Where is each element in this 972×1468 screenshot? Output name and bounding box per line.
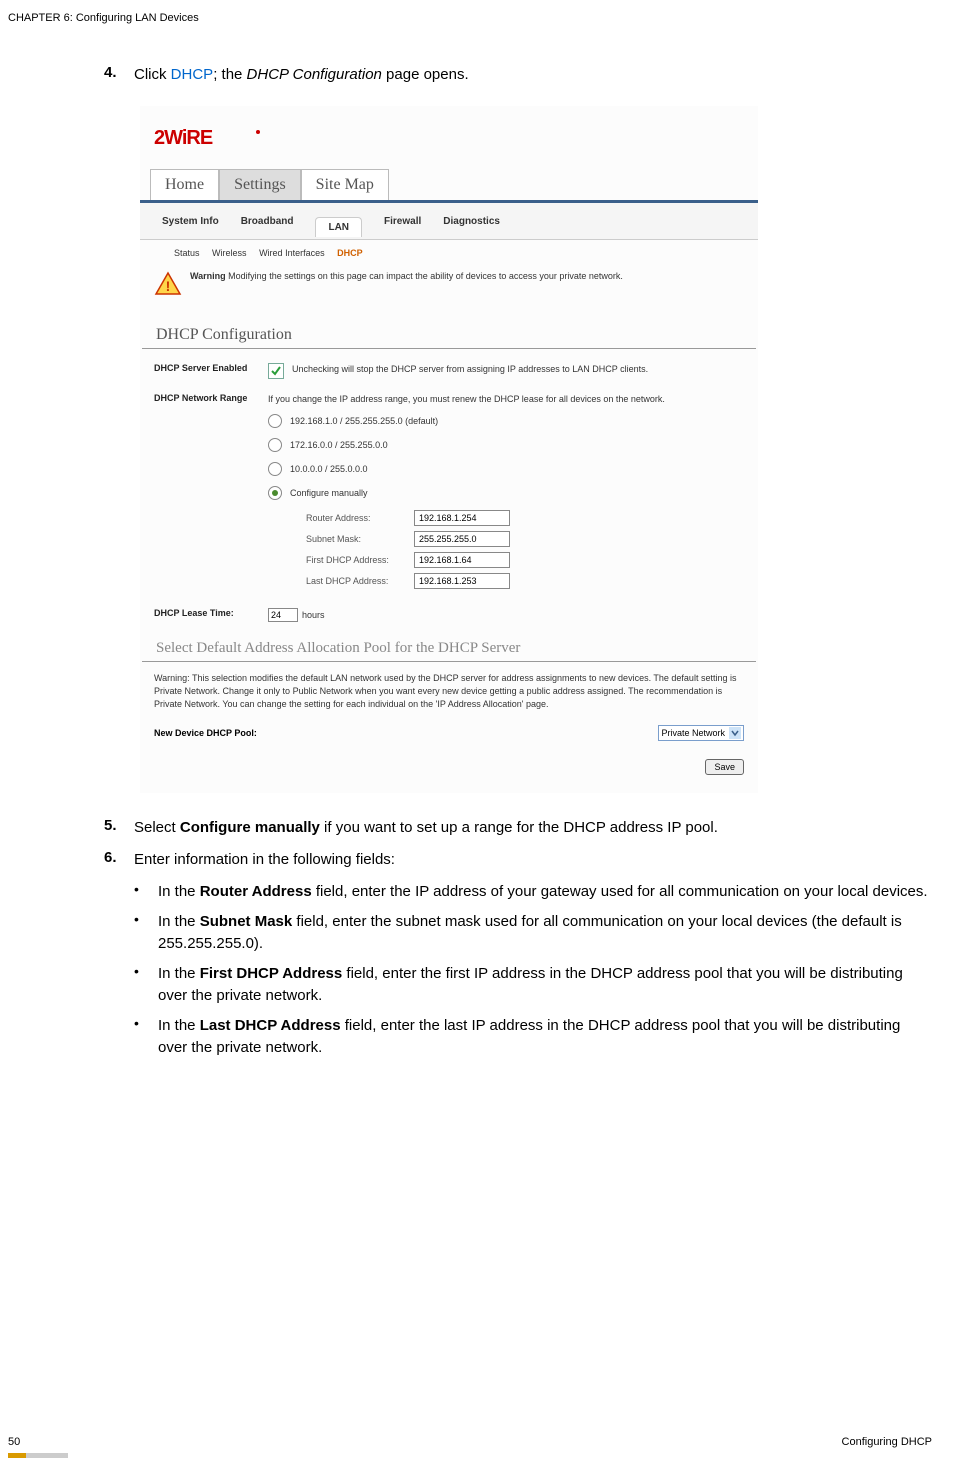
subtab-firewall[interactable]: Firewall [384,216,421,227]
page-footer: 50 Configuring DHCP [8,1436,932,1448]
warning-text-pool: Warning: This selection modifies the def… [140,672,758,711]
radio-range-172[interactable] [268,438,282,452]
step-text: Select Configure manually if you want to… [134,817,718,839]
input-router-address[interactable] [414,510,510,526]
label-last-dhcp: Last DHCP Address: [306,575,414,588]
label-hours: hours [302,609,325,622]
bullet-router-address: • In the Router Address field, enter the… [134,881,932,903]
chevron-down-icon [729,727,741,739]
desc-server-enabled: Unchecking will stop the DHCP server fro… [292,363,648,376]
label-router-address: Router Address: [306,512,414,525]
warning-icon: ! [154,270,182,298]
radio-range-10[interactable] [268,462,282,476]
dhcp-link: DHCP [171,66,214,83]
warning-box: ! Warning Modifying the settings on this… [140,266,758,318]
check-icon [271,366,281,376]
input-subnet-mask[interactable] [414,531,510,547]
step-4: 4. Click DHCP; the DHCP Configuration pa… [104,64,932,86]
subtab-diagnostics[interactable]: Diagnostics [443,216,500,227]
save-button[interactable]: Save [705,759,744,775]
label-new-device-pool: New Device DHCP Pool: [154,728,658,738]
step-number: 5. [104,817,134,839]
svg-text:2WiRE: 2WiRE [154,127,213,149]
tab-settings[interactable]: Settings [219,169,301,200]
checkbox-server-enabled[interactable] [268,363,284,379]
footer-section: Configuring DHCP [842,1436,932,1448]
step-6: 6. Enter information in the following fi… [104,849,932,871]
radio-range-manual[interactable] [268,486,282,500]
tab-home[interactable]: Home [150,169,219,200]
select-dhcp-pool[interactable]: Private Network [658,725,744,741]
step-text: Enter information in the following field… [134,849,395,871]
footer-accent-bar [8,1453,68,1458]
dhcp-config-screenshot: 2WiRE Home Settings Site Map System Info… [140,106,758,793]
radio-range-default[interactable] [268,414,282,428]
tnav-wired[interactable]: Wired Interfaces [259,248,325,258]
input-last-dhcp[interactable] [414,573,510,589]
desc-network-range: If you change the IP address range, you … [268,393,744,406]
top-tabs: Home Settings Site Map [140,169,758,203]
step-text: Click DHCP; the DHCP Configuration page … [134,64,469,86]
row-network-range: DHCP Network Range If you change the IP … [154,393,744,594]
row-server-enabled: DHCP Server Enabled Unchecking will stop… [154,363,744,379]
step-5: 5. Select Configure manually if you want… [104,817,932,839]
bullet-last-dhcp: • In the Last DHCP Address field, enter … [134,1015,932,1059]
step-number: 6. [104,849,134,871]
bullet-subnet-mask: • In the Subnet Mask field, enter the su… [134,911,932,955]
input-lease-time[interactable] [268,608,298,622]
label-subnet-mask: Subnet Mask: [306,533,414,546]
sub-tabs: System Info Broadband LAN Firewall Diagn… [140,203,758,240]
step-number: 4. [104,64,134,86]
input-first-dhcp[interactable] [414,552,510,568]
svg-text:!: ! [166,278,171,294]
chapter-header: CHAPTER 6: Configuring LAN Devices [8,12,932,24]
row-lease-time: DHCP Lease Time: hours [154,608,744,622]
tertiary-nav: Status Wireless Wired Interfaces DHCP [140,240,758,266]
tnav-status[interactable]: Status [174,248,200,258]
tnav-dhcp[interactable]: DHCP [337,248,363,258]
label-server-enabled: DHCP Server Enabled [154,363,268,379]
label-first-dhcp: First DHCP Address: [306,554,414,567]
label-lease-time: DHCP Lease Time: [154,608,268,622]
2wire-logo: 2WiRE [140,106,758,155]
section-dhcp-config: DHCP Configuration [142,322,756,349]
subtab-lan[interactable]: LAN [315,217,362,237]
label-network-range: DHCP Network Range [154,393,268,594]
tnav-wireless[interactable]: Wireless [212,248,247,258]
subtab-system-info[interactable]: System Info [162,216,219,227]
page-number: 50 [8,1436,20,1448]
subtab-broadband[interactable]: Broadband [241,216,294,227]
section-allocation-pool: Select Default Address Allocation Pool f… [142,636,756,662]
bullet-first-dhcp: • In the First DHCP Address field, enter… [134,963,932,1007]
tab-sitemap[interactable]: Site Map [301,169,389,200]
